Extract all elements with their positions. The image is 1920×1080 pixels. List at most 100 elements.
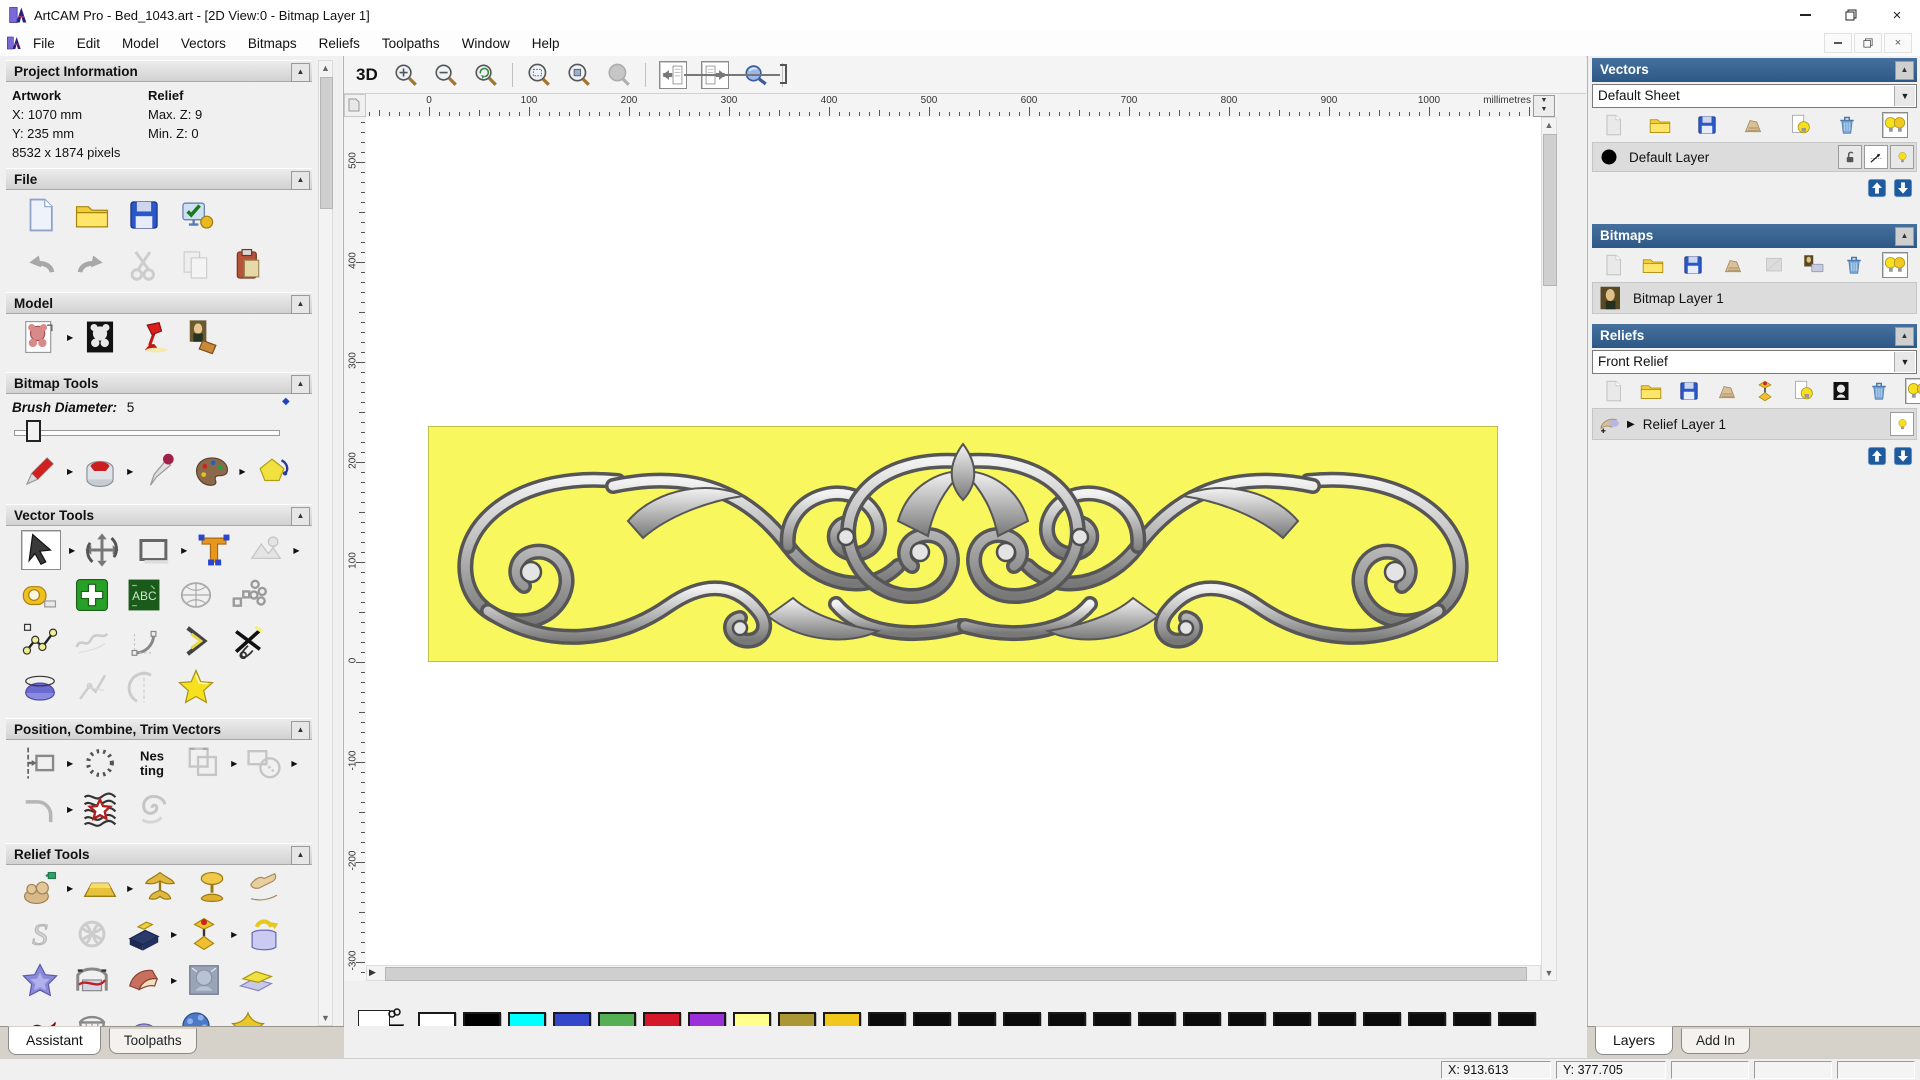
layer-color-swatch-icon[interactable] <box>1599 147 1619 167</box>
tool-trash[interactable] <box>1842 253 1866 277</box>
menu-file[interactable]: File <box>22 32 66 55</box>
tool-monalisa[interactable] <box>185 318 223 356</box>
tool-zoom-out[interactable] <box>433 62 459 88</box>
tool-bridge-relief[interactable] <box>73 961 111 999</box>
tool-create-polyline[interactable] <box>21 622 59 660</box>
assistant-scrollbar[interactable]: ▲ ▼ <box>318 60 333 1026</box>
tool-new-file[interactable] <box>21 196 59 234</box>
move-layer-up-button[interactable] <box>1867 178 1887 198</box>
tool-new-file-gray[interactable] <box>1601 253 1625 277</box>
menu-bitmaps[interactable]: Bitmaps <box>237 32 308 55</box>
tool-offset-vector[interactable] <box>177 622 215 660</box>
scroll-up-icon[interactable]: ▲ <box>319 63 332 73</box>
tool-save[interactable] <box>1677 379 1701 403</box>
menu-help[interactable]: Help <box>521 32 571 55</box>
scroll-down-icon[interactable]: ▼ <box>319 1013 332 1023</box>
relief-expander-icon[interactable]: ▶ <box>1627 419 1635 430</box>
layers-tab-add-in[interactable]: Add In <box>1681 1028 1751 1054</box>
menu-vectors[interactable]: Vectors <box>170 32 237 55</box>
minimize-button[interactable] <box>1782 0 1828 30</box>
mdi-minimize-button[interactable] <box>1824 33 1852 53</box>
tool-measure[interactable] <box>21 576 59 614</box>
tool-turn-relief[interactable] <box>125 961 163 999</box>
tool-extrude-hands[interactable] <box>245 869 283 907</box>
tool-wrap-relief[interactable] <box>245 915 283 953</box>
tool-bisector-gray[interactable] <box>73 668 111 706</box>
flyout-arrow-icon[interactable]: ▶ <box>69 546 75 555</box>
tool-relief-clay[interactable] <box>21 869 59 907</box>
tool-palette-tool[interactable] <box>193 452 231 490</box>
tool-open-folder[interactable] <box>1648 113 1672 137</box>
tool-copy-gray[interactable] <box>177 246 215 284</box>
tool-emboss-book[interactable] <box>125 915 163 953</box>
tool-prev-view[interactable] <box>658 60 687 89</box>
link-colors-icon[interactable] <box>388 1008 402 1020</box>
mdi-restore-button[interactable] <box>1854 33 1882 53</box>
tool-new-file-gray[interactable] <box>1601 379 1625 403</box>
sheet-selector[interactable]: Default Sheet ▼ <box>1592 84 1917 108</box>
tool-relief-stamp[interactable] <box>1753 379 1777 403</box>
tool-open-folder[interactable] <box>1639 379 1663 403</box>
tool-shape-fountain[interactable] <box>141 869 179 907</box>
layer-visibility-button[interactable] <box>1890 145 1914 169</box>
tool-model-bw[interactable] <box>81 318 119 356</box>
bitmap-tools-header[interactable]: Bitmap Tools ▲ <box>6 372 312 394</box>
flyout-arrow-icon[interactable]: ▶ <box>67 333 73 342</box>
flyout-arrow-icon[interactable]: ▶ <box>67 884 73 893</box>
tool-create-arc[interactable] <box>125 622 163 660</box>
canvas-scroll-down-icon[interactable]: ▼ <box>1542 968 1556 978</box>
tool-save[interactable] <box>125 196 163 234</box>
vectors-panel-header[interactable]: Vectors ▲ <box>1592 58 1917 82</box>
relief-artwork[interactable] <box>428 426 1498 662</box>
tool-group-gray[interactable] <box>185 744 223 782</box>
tool-merge-layers[interactable] <box>1741 113 1765 137</box>
menu-window[interactable]: Window <box>451 32 521 55</box>
position-combine-trim-header[interactable]: Position, Combine, Trim Vectors ▲ <box>6 718 312 740</box>
tool-star-relief[interactable] <box>21 961 59 999</box>
sheet-dropdown-icon[interactable]: ▼ <box>1894 86 1915 106</box>
menu-reliefs[interactable]: Reliefs <box>308 32 371 55</box>
canvas-scroll-right-icon[interactable]: ▶ <box>369 967 376 978</box>
canvas-horizontal-scrollbar[interactable]: ▶ <box>366 965 1541 981</box>
canvas-scroll-up-icon[interactable]: ▲ <box>1542 120 1556 130</box>
tool-arc-fit-gray[interactable] <box>125 668 163 706</box>
flyout-arrow-icon[interactable]: ▶ <box>293 546 299 555</box>
move-layer-down-button[interactable] <box>1893 178 1913 198</box>
reliefs-panel-header[interactable]: Reliefs ▲ <box>1592 324 1917 348</box>
brush-diameter-slider[interactable] <box>14 430 280 436</box>
ruler-units-dropdown[interactable]: ▼ ▼ <box>1533 95 1555 117</box>
relief-move-up-button[interactable] <box>1867 446 1887 466</box>
collapse-bitmap-tools-button[interactable]: ▲ <box>291 375 310 394</box>
tool-extrude-dome[interactable] <box>21 668 59 706</box>
vector-layer-row[interactable]: Default Layer <box>1592 142 1917 172</box>
tool-lamp[interactable] <box>133 318 171 356</box>
tool-create-rectangle[interactable] <box>135 531 173 569</box>
tool-paste[interactable] <box>229 246 267 284</box>
brush-slider-thumb[interactable] <box>26 420 41 442</box>
tool-emboss-bw[interactable] <box>1829 379 1853 403</box>
tool-shape-mushroom[interactable] <box>193 869 231 907</box>
tool-free-sketch-gray[interactable] <box>73 622 111 660</box>
tool-bulbs-all[interactable] <box>1905 378 1920 404</box>
relief-move-down-button[interactable] <box>1893 446 1913 466</box>
tool-distort-gray[interactable] <box>177 576 215 614</box>
bitmap-layer-row[interactable]: Bitmap Layer 1 <box>1592 282 1917 314</box>
flyout-arrow-icon[interactable]: ▶ <box>127 884 133 893</box>
tool-face-wizard[interactable] <box>185 961 223 999</box>
restore-button[interactable] <box>1828 0 1874 30</box>
canvas-hscroll-thumb[interactable] <box>385 967 1527 981</box>
tool-color-picker[interactable] <box>141 452 179 490</box>
tool-mirror-gray[interactable] <box>247 531 285 569</box>
tool-bitmap-new[interactable] <box>1802 253 1826 277</box>
tool-zoom-last[interactable] <box>473 62 499 88</box>
close-button[interactable]: × <box>1874 0 1920 30</box>
flyout-arrow-icon[interactable]: ▶ <box>181 546 187 555</box>
tool-transform[interactable] <box>83 531 121 569</box>
tool-trim-vectors[interactable] <box>229 622 267 660</box>
canvas-vscroll-thumb[interactable] <box>1543 134 1557 286</box>
zoom-slider[interactable] <box>684 74 780 76</box>
tool-paint-bucket[interactable] <box>81 452 119 490</box>
view-3d-button[interactable]: 3D <box>356 65 378 85</box>
zoom-slider-handle[interactable] <box>780 64 787 84</box>
collapse-vectors-button[interactable]: ▲ <box>1895 61 1914 80</box>
